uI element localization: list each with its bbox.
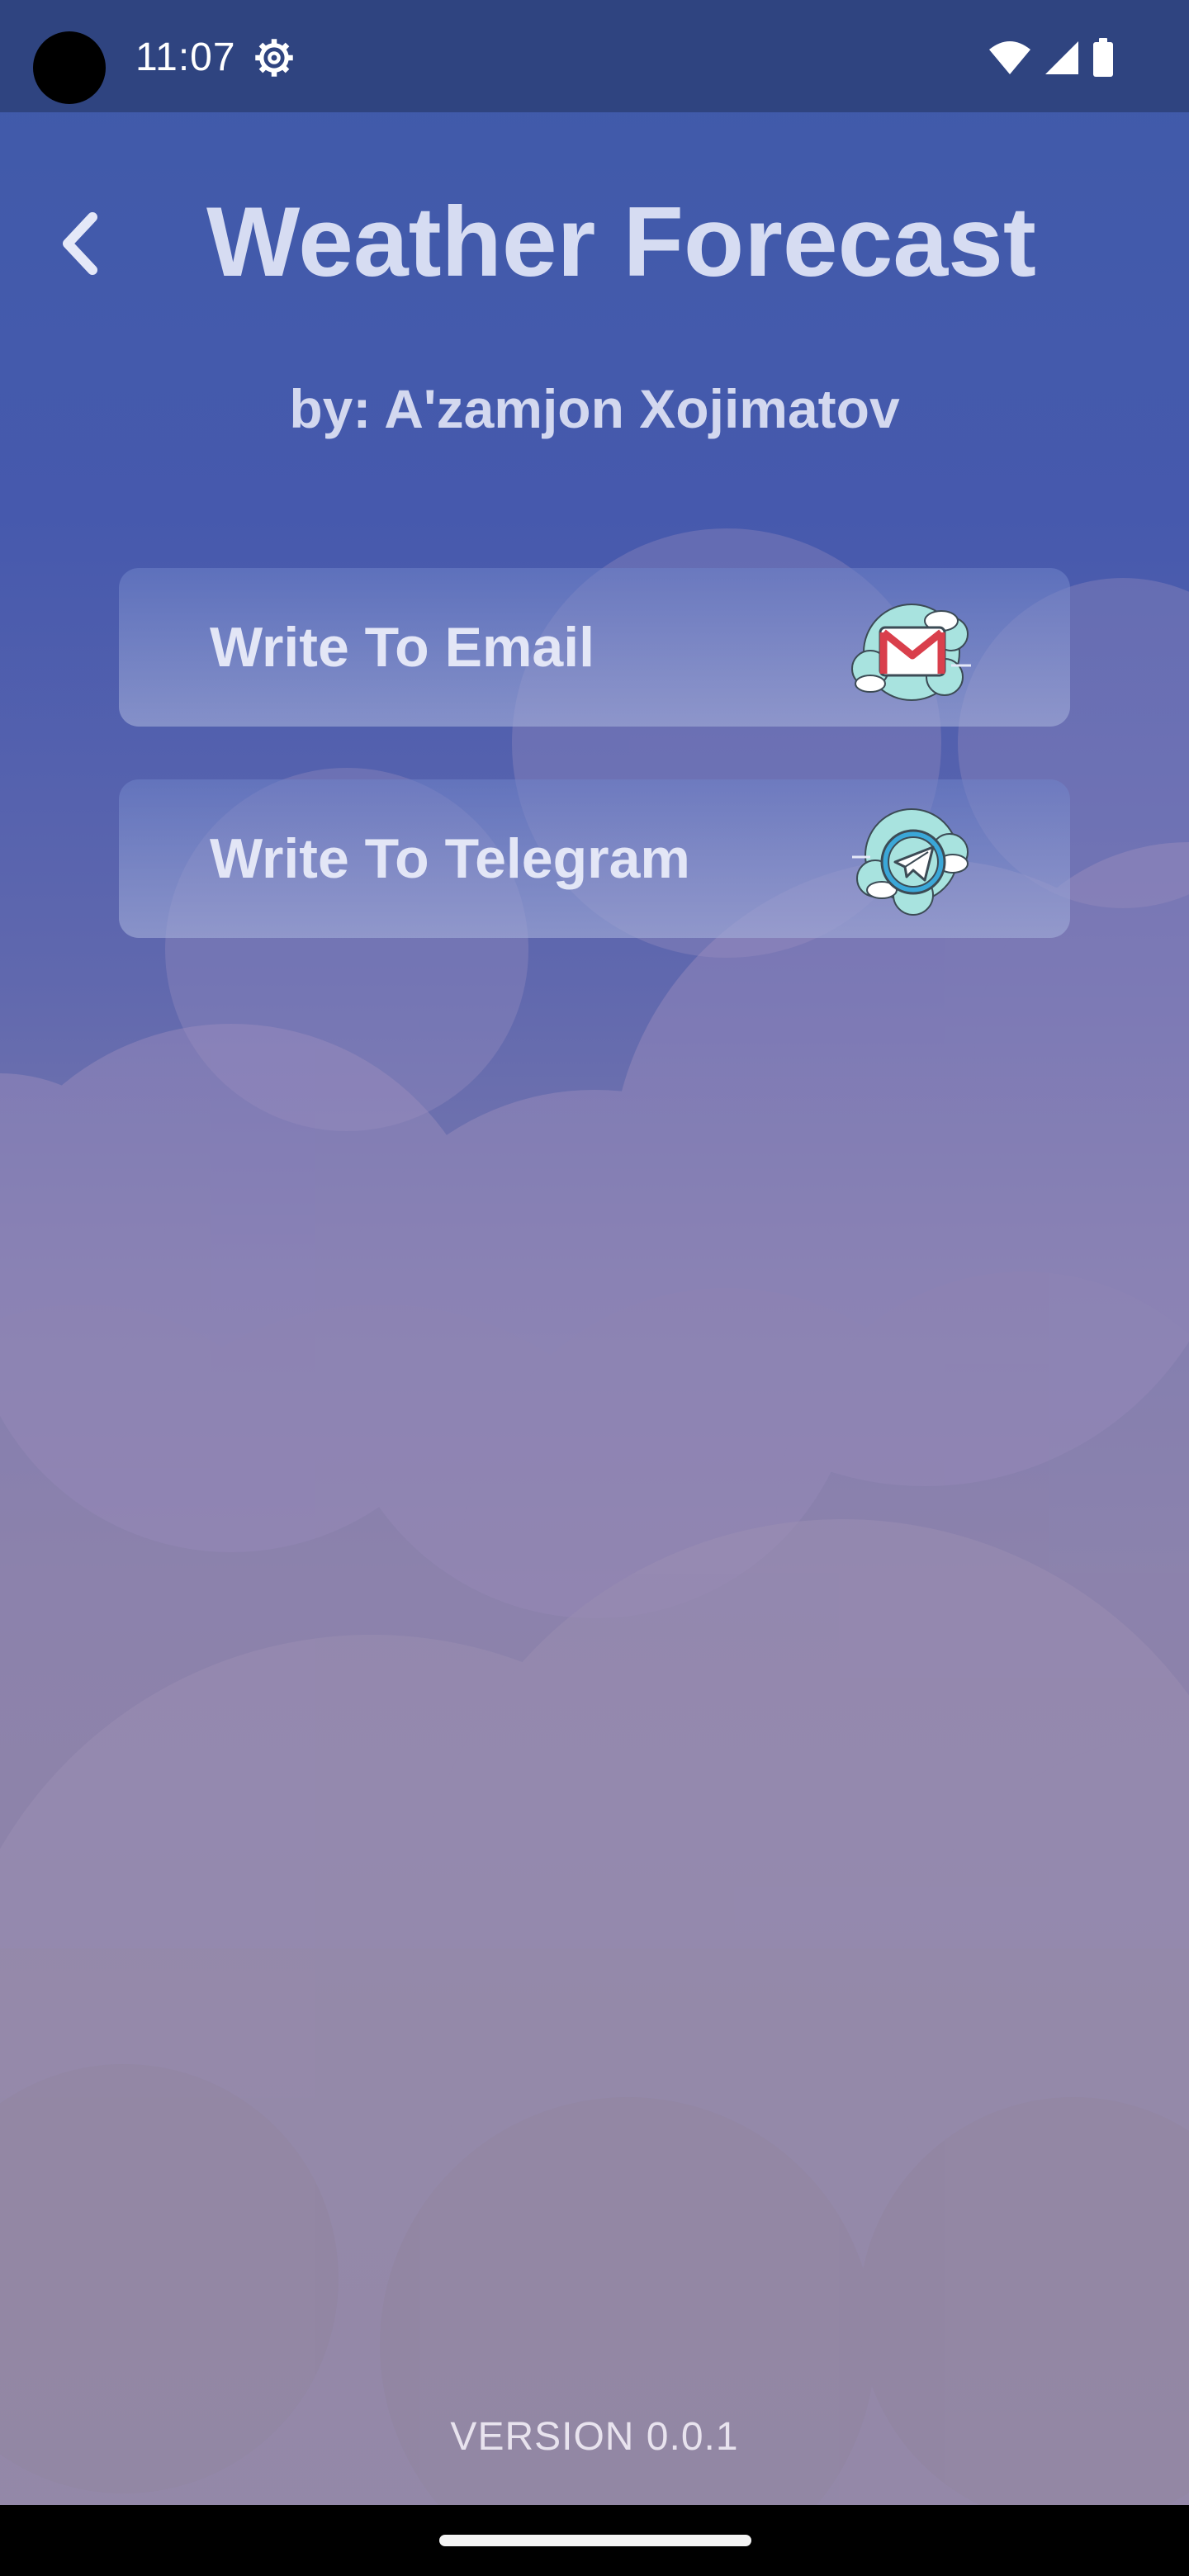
gmail-cloud-icon xyxy=(851,604,971,701)
email-button-label: Write To Email xyxy=(210,616,595,679)
back-button[interactable] xyxy=(46,198,112,289)
author-credit: by: A'zamjon Xojimatov xyxy=(289,378,900,439)
app-screen: 11:07 Weather Forecast by: A'zamjon Xoji… xyxy=(0,0,1189,2576)
telegram-button-label: Write To Telegram xyxy=(210,827,690,890)
settings-gear-icon xyxy=(255,39,293,77)
page-title: Weather Forecast xyxy=(206,187,1036,297)
app-version: VERSION 0.0.1 xyxy=(450,2415,739,2459)
status-time: 11:07 xyxy=(135,36,236,79)
camera-cutout xyxy=(33,31,106,104)
status-bar: 11:07 xyxy=(0,0,1189,112)
signal-icon xyxy=(1045,41,1078,74)
wifi-icon xyxy=(989,41,1030,74)
write-to-telegram-button[interactable]: Write To Telegram xyxy=(119,779,1070,938)
battery-icon xyxy=(1093,38,1113,77)
home-indicator[interactable] xyxy=(439,2535,751,2546)
write-to-email-button[interactable]: Write To Email xyxy=(119,568,1070,727)
chevron-left-icon xyxy=(63,212,97,275)
telegram-cloud-icon xyxy=(852,808,969,916)
system-icons xyxy=(988,36,1115,79)
